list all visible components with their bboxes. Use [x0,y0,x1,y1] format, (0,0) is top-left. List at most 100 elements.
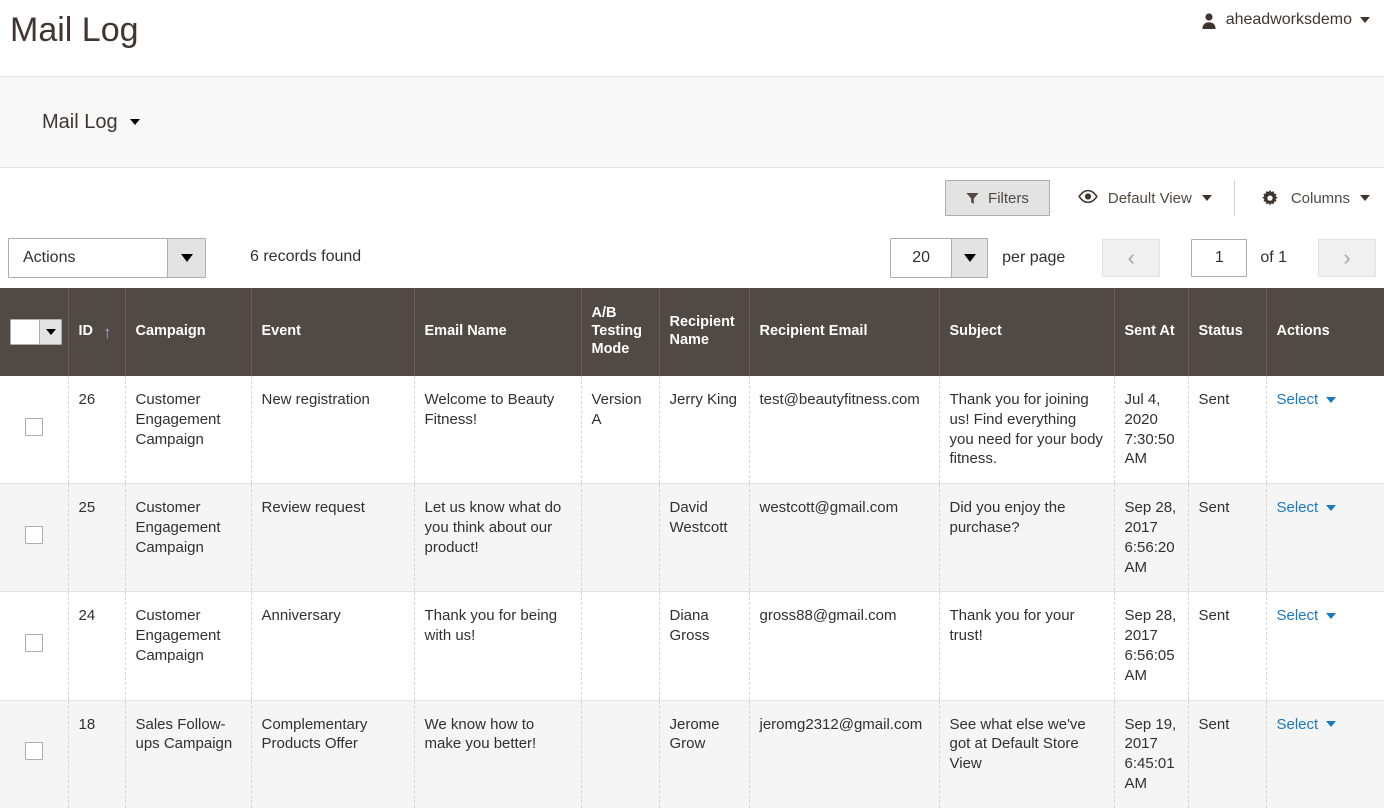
mass-actions-label: Actions [23,249,76,266]
column-header-event[interactable]: Event [251,288,415,376]
cell-email-name: Thank you for being with us! [414,591,582,701]
user-menu[interactable]: aheadworksdemo [1200,11,1370,29]
chevron-down-icon [1326,613,1337,620]
chevron-down-icon [1326,396,1337,403]
cell-status: Sent [1188,483,1267,593]
table-row[interactable]: 25 Customer Engagement Campaign Review req… [0,483,1384,593]
row-select-action[interactable]: Select [1277,715,1337,735]
bookmark-active-view[interactable]: Mail Log [42,111,140,134]
chevron-down-icon [1326,505,1337,512]
column-header-campaign[interactable]: Campaign [125,288,252,376]
records-found-label: 6 records found [250,248,362,265]
cell-campaign: Customer Engagement Campaign [125,591,252,701]
cell-campaign: Customer Engagement Campaign [125,483,252,593]
cell-actions[interactable]: Select [1266,483,1384,593]
header-row: ID ↑ Campaign Event Email Name A/B Testi… [0,288,1384,376]
table-row[interactable]: 18 Sales Follow-ups Campaign Complementary… [0,700,1384,808]
data-grid-table: ID ↑ Campaign Event Email Name A/B Testi… [0,288,1384,808]
column-header-actions: Actions [1266,288,1384,376]
mass-actions-select[interactable]: Actions [8,238,206,278]
column-header-recipient-name[interactable]: Recipient Name [659,288,750,376]
column-header-select-all[interactable] [0,288,69,376]
row-checkbox[interactable] [24,417,43,436]
chevron-down-icon [1201,195,1212,201]
filters-button[interactable]: Filters [945,180,1050,216]
select-all-dropdown-toggle[interactable] [39,320,61,344]
mass-actions-toggle[interactable] [167,239,205,277]
cell-recipient-email: westcott@gmail.com [749,483,940,593]
bookmarks-bar: Mail Log [0,77,1384,168]
cell-campaign: Customer Engagement Campaign [125,376,252,485]
cell-status: Sent [1188,591,1267,701]
column-header-recipient-email[interactable]: Recipient Email [749,288,940,376]
view-switcher-label: Default View [1107,189,1192,207]
pagination-total-label: of 1 [1260,249,1287,266]
chevron-down-icon [1326,721,1337,728]
row-select-cell[interactable] [0,376,69,485]
cell-event: Anniversary [251,591,415,701]
column-header-id[interactable]: ID ↑ [68,288,126,376]
page-title: Mail Log [10,11,139,49]
row-select-action[interactable]: Select [1277,498,1337,518]
row-checkbox[interactable] [24,525,43,544]
cell-subject: Thank you for joining us! Find everythin… [939,376,1115,485]
cell-sent-at: Jul 4, 2020 7:30:50 AM [1114,376,1189,485]
row-checkbox[interactable] [24,742,43,761]
row-select-action-label: Select [1276,391,1319,408]
pagination-previous-button[interactable]: ‹ [1102,239,1161,277]
pagination: 20 per page ‹ of 1 › [890,238,1376,278]
column-header-status[interactable]: Status [1188,288,1267,376]
row-select-action[interactable]: Select [1277,390,1337,410]
row-checkbox[interactable] [24,634,43,653]
per-page-select[interactable]: 20 [890,238,989,278]
bookmark-active-label: Mail Log [42,110,118,133]
pagination-next-button[interactable]: › [1318,239,1376,277]
column-header-ab-testing-mode[interactable]: A/B Testing Mode [581,288,660,376]
chevron-down-icon [180,254,193,262]
select-all-control[interactable] [10,319,62,345]
cell-actions[interactable]: Select [1266,591,1384,701]
columns-button-label: Columns [1290,189,1350,207]
grid-toolbar: Filters Default View Columns [0,168,1384,230]
cell-email-name: Let us know what do you think about our … [414,483,582,593]
cell-actions[interactable]: Select [1266,376,1384,485]
page-header: Mail Log aheadworksdemo [0,0,1384,77]
pagination-page-input[interactable] [1191,239,1248,277]
chevron-left-icon: ‹ [1127,245,1135,270]
column-header-sent-at[interactable]: Sent At [1114,288,1189,376]
user-menu-label: aheadworksdemo [1225,11,1352,28]
cell-recipient-email: test@beautyfitness.com [749,376,940,485]
per-page-toggle[interactable] [951,239,988,277]
column-header-subject[interactable]: Subject [939,288,1115,376]
cell-actions[interactable]: Select [1266,700,1384,808]
row-select-action-label: Select [1276,499,1319,517]
cell-event: Complementary Products Offer [251,700,415,808]
cell-recipient-email: jeromg2312@gmail.com [749,700,940,808]
eye-icon [1078,189,1098,206]
cell-id: 26 [68,376,126,485]
row-select-action[interactable]: Select [1277,606,1337,626]
cell-subject: See what else we've got at Default Store… [939,700,1115,808]
cell-ab-testing-mode [581,483,660,593]
view-switcher[interactable]: Default View [1050,180,1235,216]
select-all-checkbox[interactable] [11,320,39,344]
cell-status: Sent [1188,376,1267,485]
cell-recipient-name: Jerome Grow [659,700,750,808]
per-page-label: per page [1002,249,1066,266]
cell-event: Review request [251,483,415,593]
cell-ab-testing-mode [581,591,660,701]
cell-sent-at: Sep 19, 2017 6:45:01 AM [1114,700,1189,808]
table-row[interactable]: 26 Customer Engagement Campaign New regist… [0,376,1384,485]
row-select-cell[interactable] [0,591,69,701]
mail-log-grid: ID ↑ Campaign Event Email Name A/B Testi… [0,288,1384,808]
columns-button[interactable]: Columns [1235,180,1376,216]
row-select-cell[interactable] [0,483,69,593]
cell-status: Sent [1188,700,1267,808]
column-header-email-name[interactable]: Email Name [414,288,582,376]
chevron-down-icon [45,329,56,335]
grid-actions-row: Actions 6 records found 20 per page ‹ of… [0,230,1384,288]
row-select-cell[interactable] [0,700,69,808]
cell-recipient-name: Jerry King [659,376,750,485]
table-row[interactable]: 24 Customer Engagement Campaign Anniversar… [0,591,1384,701]
per-page-value: 20 [912,249,931,266]
